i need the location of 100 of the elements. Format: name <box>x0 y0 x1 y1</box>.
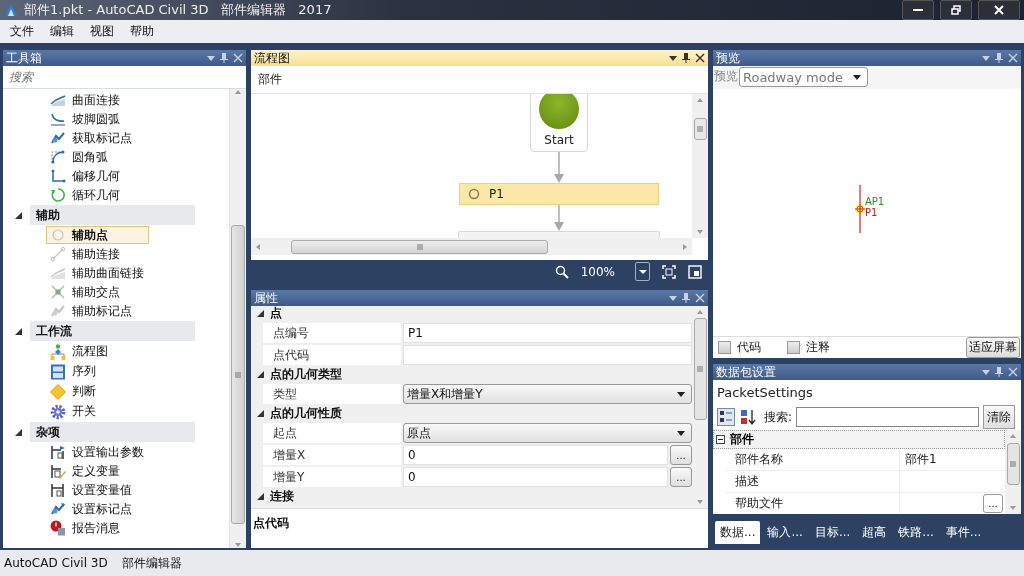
tool-item[interactable]: 循环几何 <box>46 186 149 204</box>
menu-item[interactable]: 编辑 <box>42 23 82 40</box>
tab[interactable]: 铁路... <box>893 521 939 544</box>
minimize-icon <box>913 9 923 11</box>
group-header[interactable]: 杂项 <box>30 422 195 442</box>
pin-icon[interactable] <box>682 53 690 63</box>
tool-item[interactable]: 辅助曲面链接 <box>46 264 149 282</box>
expand-arrow-icon[interactable] <box>14 428 22 436</box>
tool-item[interactable]: 报告消息 <box>46 519 149 537</box>
horizontal-scrollbar[interactable] <box>251 238 692 255</box>
menu-item[interactable]: 视图 <box>82 23 122 40</box>
browse-button[interactable]: ... <box>983 494 1003 513</box>
tool-item[interactable]: 辅助标记点 <box>46 302 149 320</box>
tool-item[interactable]: 偏移几何 <box>46 167 149 185</box>
tool-item[interactable]: 曲面连接 <box>46 91 149 109</box>
packet-name: PacketSettings <box>716 383 814 402</box>
restore-button[interactable] <box>940 0 972 20</box>
expand-arrow-icon[interactable] <box>257 371 264 378</box>
dropdown[interactable]: 原点 <box>403 423 692 443</box>
expand-arrow-icon[interactable] <box>257 310 264 317</box>
fit-icon[interactable] <box>662 264 676 279</box>
marker-icon <box>50 303 66 319</box>
scroll-up-icon <box>696 309 704 315</box>
tool-item[interactable]: 获取标记点 <box>46 129 149 147</box>
arrow-connector <box>554 152 564 183</box>
tab[interactable]: 输入... <box>762 521 808 544</box>
close-icon[interactable] <box>695 53 705 63</box>
value-field[interactable]: P1 <box>403 323 692 343</box>
tool-item[interactable]: 圆角弧 <box>46 148 149 166</box>
caret-icon <box>677 391 685 397</box>
tool-item[interactable]: 序列 <box>46 362 149 381</box>
clear-button[interactable]: 清除 <box>983 405 1015 429</box>
tool-item[interactable]: 辅助交点 <box>46 283 149 301</box>
value-field[interactable] <box>403 345 692 365</box>
menu-item[interactable]: 帮助 <box>122 23 162 40</box>
tab[interactable]: 超高 <box>857 521 892 544</box>
marker-icon <box>50 501 66 517</box>
tool-item[interactable]: 辅助连接 <box>46 245 149 263</box>
tool-item[interactable]: 坡脚圆弧 <box>46 110 149 128</box>
tool-item[interactable]: 流程图 <box>46 342 149 361</box>
expand-arrow-icon[interactable] <box>257 410 264 417</box>
start-node[interactable]: Start <box>530 94 588 152</box>
group-header[interactable]: 工作流 <box>30 321 195 341</box>
browse-button[interactable]: ... <box>670 445 692 465</box>
tool-item[interactable]: 设置输出参数 <box>46 443 149 461</box>
dropdown-icon[interactable] <box>669 54 677 62</box>
gear-icon <box>50 403 66 420</box>
checkbox[interactable] <box>787 341 800 354</box>
tool-item[interactable]: 设置变量值 <box>46 481 149 499</box>
vertical-scrollbar[interactable] <box>229 89 246 548</box>
expand-arrow-icon[interactable] <box>14 211 22 219</box>
grip-icon <box>235 371 241 378</box>
tool-item[interactable]: 判断 <box>46 382 149 401</box>
fit-screen-button[interactable]: 适应屏幕 <box>966 337 1020 358</box>
sort-icon[interactable] <box>739 408 757 426</box>
checkbox-label[interactable]: 代码 <box>737 339 761 356</box>
expand-arrow-icon[interactable] <box>257 493 264 500</box>
browse-button[interactable]: ... <box>670 467 692 487</box>
value-field[interactable]: 0 <box>403 467 668 487</box>
bracket-pencil-icon <box>50 463 66 479</box>
sequence-icon <box>50 363 66 380</box>
zoom-dropdown-button[interactable] <box>635 262 650 281</box>
dropdown[interactable]: 增量X和增量Y <box>403 384 692 404</box>
categorized-icon[interactable] <box>717 408 735 426</box>
flowchart-icon <box>50 343 66 360</box>
scroll-down-icon <box>696 229 704 235</box>
checkbox[interactable] <box>718 341 731 354</box>
slope-icon <box>50 92 66 108</box>
search-icon[interactable] <box>554 264 569 279</box>
collapse-icon[interactable] <box>716 435 725 444</box>
tool-item[interactable]: 定义变量 <box>46 462 149 480</box>
mode-dropdown[interactable]: Roadway mode <box>739 67 868 87</box>
group-header[interactable]: 辅助 <box>30 205 195 225</box>
search-label: 搜索: <box>764 408 793 426</box>
circle-icon <box>468 188 480 200</box>
section-header: 点的几何类型 <box>270 366 342 383</box>
tab[interactable]: 目标... <box>809 521 856 544</box>
tab[interactable]: 数据... <box>715 521 761 544</box>
vertical-scrollbar[interactable] <box>692 94 708 238</box>
scroll-up-icon <box>696 97 704 103</box>
checkbox-label[interactable]: 注释 <box>806 339 830 356</box>
property-value[interactable]: 部件1 <box>905 449 937 470</box>
close-button[interactable] <box>978 0 1020 20</box>
tool-item[interactable]: 开关 <box>46 402 149 421</box>
scroll-up-icon <box>1009 433 1017 439</box>
tool-item[interactable]: 辅助点 <box>46 226 149 244</box>
diamond-icon <box>50 383 66 400</box>
tool-item[interactable]: 设置标记点 <box>46 500 149 518</box>
point-node[interactable]: P1 <box>459 183 659 205</box>
expand-arrow-icon[interactable] <box>14 327 22 335</box>
menu-item[interactable]: 文件 <box>2 23 42 40</box>
vertical-scrollbar[interactable] <box>1005 430 1021 514</box>
grip-icon <box>697 126 703 132</box>
square-icon[interactable] <box>688 264 702 279</box>
close-icon <box>994 5 1004 15</box>
minimize-button[interactable] <box>902 0 934 20</box>
value-field[interactable]: 0 <box>403 445 668 465</box>
property-name: 点编号 <box>263 323 401 343</box>
search-field[interactable] <box>796 407 980 427</box>
tab[interactable]: 事件... <box>940 521 987 544</box>
